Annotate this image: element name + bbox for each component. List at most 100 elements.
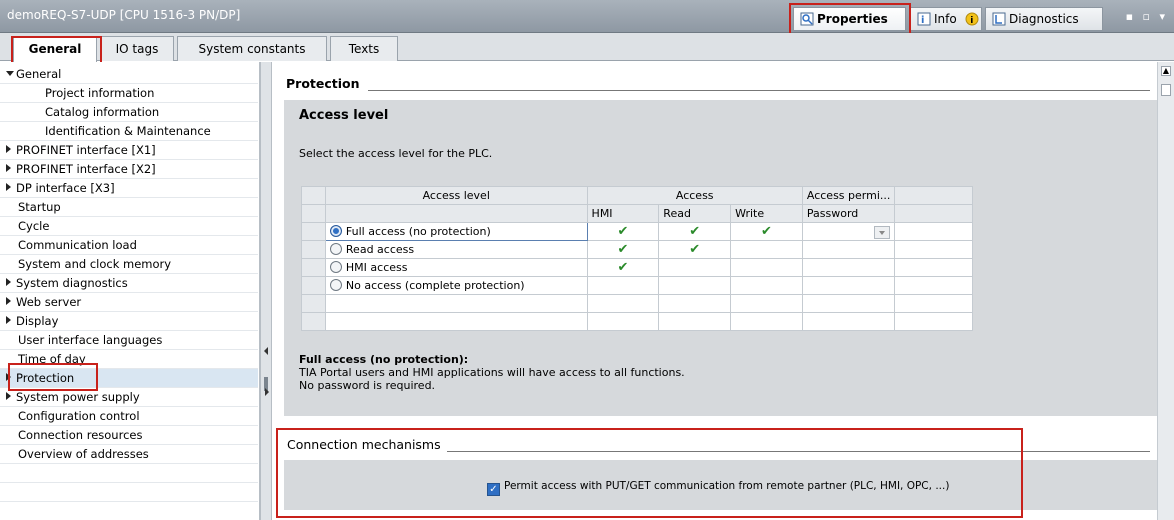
tab-properties[interactable]: Properties bbox=[793, 7, 906, 31]
password-cell[interactable] bbox=[801, 222, 896, 241]
sidebar-divider bbox=[0, 501, 258, 502]
expand-right-icon[interactable] bbox=[6, 164, 11, 172]
expand-right-icon[interactable] bbox=[6, 145, 11, 153]
tab-info[interactable]: i Info i bbox=[910, 7, 982, 31]
sidebar-item-label: Configuration control bbox=[18, 409, 140, 423]
sidebar-item[interactable]: Protection bbox=[0, 369, 258, 388]
sidebar-divider bbox=[0, 463, 258, 464]
table-row[interactable]: Read access ✔ ✔ bbox=[301, 240, 973, 259]
radio-no-access[interactable] bbox=[329, 279, 342, 291]
sidebar-item-label: PROFINET interface [X2] bbox=[16, 162, 156, 176]
sidebar-item[interactable]: System diagnostics bbox=[0, 274, 258, 293]
sidebar-item[interactable]: Display bbox=[0, 312, 258, 331]
tab-texts[interactable]: Texts bbox=[330, 36, 398, 61]
protection-heading: Protection bbox=[286, 76, 366, 91]
col-hmi: HMI bbox=[586, 204, 660, 223]
access-description: Full access (no protection): TIA Portal … bbox=[299, 353, 685, 392]
protection-heading-text: Protection bbox=[286, 76, 366, 91]
tab-io-tags[interactable]: IO tags bbox=[100, 36, 174, 61]
scroll-menu-icon[interactable] bbox=[1161, 84, 1171, 96]
sidebar-item[interactable]: System and clock memory bbox=[0, 255, 258, 274]
collapse-right-icon[interactable] bbox=[265, 388, 269, 396]
table-row[interactable]: HMI access ✔ bbox=[301, 258, 973, 277]
sidebar-item[interactable]: Web server bbox=[0, 293, 258, 312]
col-read: Read bbox=[658, 204, 732, 223]
expand-right-icon[interactable] bbox=[6, 316, 11, 324]
window-title: demoREQ-S7-UDP [CPU 1516-3 PN/DP] bbox=[7, 8, 241, 22]
expand-right-icon[interactable] bbox=[6, 297, 11, 305]
table-row-empty bbox=[301, 312, 973, 331]
col-write: Write bbox=[730, 204, 803, 223]
tab-info-label: Info bbox=[934, 12, 957, 26]
tab-diagnostics[interactable]: Diagnostics bbox=[985, 7, 1103, 31]
access-level-panel: Access level Select the access level for… bbox=[284, 100, 1157, 416]
access-level-title: Access level bbox=[299, 108, 389, 123]
col-access: Access bbox=[586, 186, 803, 205]
sidebar-item-label: Identification & Maintenance bbox=[45, 124, 211, 138]
putget-checkbox-label: Permit access with PUT/GET communication… bbox=[504, 480, 950, 492]
expand-right-icon[interactable] bbox=[6, 278, 11, 286]
sidebar-item[interactable]: PROFINET interface [X1] bbox=[0, 141, 258, 160]
table-row[interactable]: No access (complete protection) bbox=[301, 276, 973, 295]
properties-tabs: General IO tags System constants Texts bbox=[0, 33, 1174, 62]
sidebar-item[interactable]: User interface languages bbox=[0, 331, 258, 350]
radio-full-access[interactable] bbox=[329, 225, 342, 237]
sidebar-item[interactable]: Overview of addresses bbox=[0, 445, 258, 464]
table-row[interactable]: Full access (no protection) ✔ ✔ ✔ bbox=[301, 222, 973, 241]
info-icon: i bbox=[917, 12, 931, 26]
sidebar-item-label: Cycle bbox=[18, 219, 50, 233]
diagnostics-icon bbox=[992, 12, 1006, 26]
sidebar-item[interactable]: PROFINET interface [X2] bbox=[0, 160, 258, 179]
sidebar-divider bbox=[0, 482, 258, 483]
sidebar-item[interactable]: Connection resources bbox=[0, 426, 258, 445]
sidebar-item[interactable]: DP interface [X3] bbox=[0, 179, 258, 198]
sidebar-item-label: Time of day bbox=[18, 352, 86, 366]
tab-general[interactable]: General bbox=[13, 36, 97, 62]
tab-system-constants[interactable]: System constants bbox=[177, 36, 327, 61]
sidebar-item[interactable]: Cycle bbox=[0, 217, 258, 236]
access-level-instruction: Select the access level for the PLC. bbox=[299, 147, 493, 160]
sidebar-item[interactable]: Configuration control bbox=[0, 407, 258, 426]
navigation-tree: General Project information Catalog inform… bbox=[0, 62, 260, 520]
col-access-level: Access level bbox=[324, 186, 588, 205]
sidebar-item[interactable]: Project information bbox=[0, 84, 258, 103]
connection-mechanisms-heading: Connection mechanisms bbox=[287, 437, 447, 452]
svg-text:i: i bbox=[921, 15, 924, 26]
expand-down-icon[interactable] bbox=[6, 71, 14, 76]
sidebar-item-label: Catalog information bbox=[45, 105, 160, 119]
radio-read-access[interactable] bbox=[329, 243, 342, 255]
expand-right-icon[interactable] bbox=[6, 183, 11, 191]
sidebar-item[interactable]: Startup bbox=[0, 198, 258, 217]
sidebar-item[interactable]: Time of day bbox=[0, 350, 258, 369]
expand-right-icon[interactable] bbox=[6, 373, 11, 381]
sidebar-item-label: DP interface [X3] bbox=[16, 181, 115, 195]
sidebar-item-label: Startup bbox=[18, 200, 61, 214]
connection-mechanisms-heading-text: Connection mechanisms bbox=[287, 437, 447, 452]
connection-mechanisms-panel: ✓ Permit access with PUT/GET communicatio… bbox=[284, 460, 1157, 510]
scroll-up-icon[interactable]: ▲ bbox=[1161, 66, 1171, 76]
putget-checkbox[interactable]: ✓ bbox=[487, 483, 500, 496]
sidebar-item[interactable]: Catalog information bbox=[0, 103, 258, 122]
sidebar-item-label: Web server bbox=[16, 295, 82, 309]
sidebar-item-label: Project information bbox=[45, 86, 155, 100]
sidebar-item[interactable]: Identification & Maintenance bbox=[0, 122, 258, 141]
sidebar-item-label: PROFINET interface [X1] bbox=[16, 143, 156, 157]
radio-hmi-access[interactable] bbox=[329, 261, 342, 273]
password-dropdown-icon[interactable] bbox=[874, 226, 891, 239]
window-controls[interactable]: ▪ ▫ ▾ bbox=[1126, 10, 1168, 23]
sidebar-item[interactable]: General bbox=[0, 65, 258, 84]
panel-splitter[interactable] bbox=[260, 62, 272, 520]
sidebar-item-label: Connection resources bbox=[18, 428, 143, 442]
expand-right-icon[interactable] bbox=[6, 392, 11, 400]
sidebar-item-label: Overview of addresses bbox=[18, 447, 149, 461]
vertical-scrollbar[interactable]: ▲ bbox=[1157, 62, 1174, 520]
collapse-left-icon[interactable] bbox=[264, 347, 268, 355]
sidebar-item[interactable]: System power supply bbox=[0, 388, 258, 407]
putget-checkbox-row[interactable]: ✓ Permit access with PUT/GET communicatio… bbox=[487, 480, 949, 496]
tab-diagnostics-label: Diagnostics bbox=[1009, 12, 1079, 26]
sidebar-item-label: Display bbox=[16, 314, 59, 328]
table-row-empty bbox=[301, 294, 973, 313]
sidebar-item-label: System and clock memory bbox=[18, 257, 172, 271]
info-badge-icon: i bbox=[965, 12, 979, 26]
sidebar-item[interactable]: Communication load bbox=[0, 236, 258, 255]
